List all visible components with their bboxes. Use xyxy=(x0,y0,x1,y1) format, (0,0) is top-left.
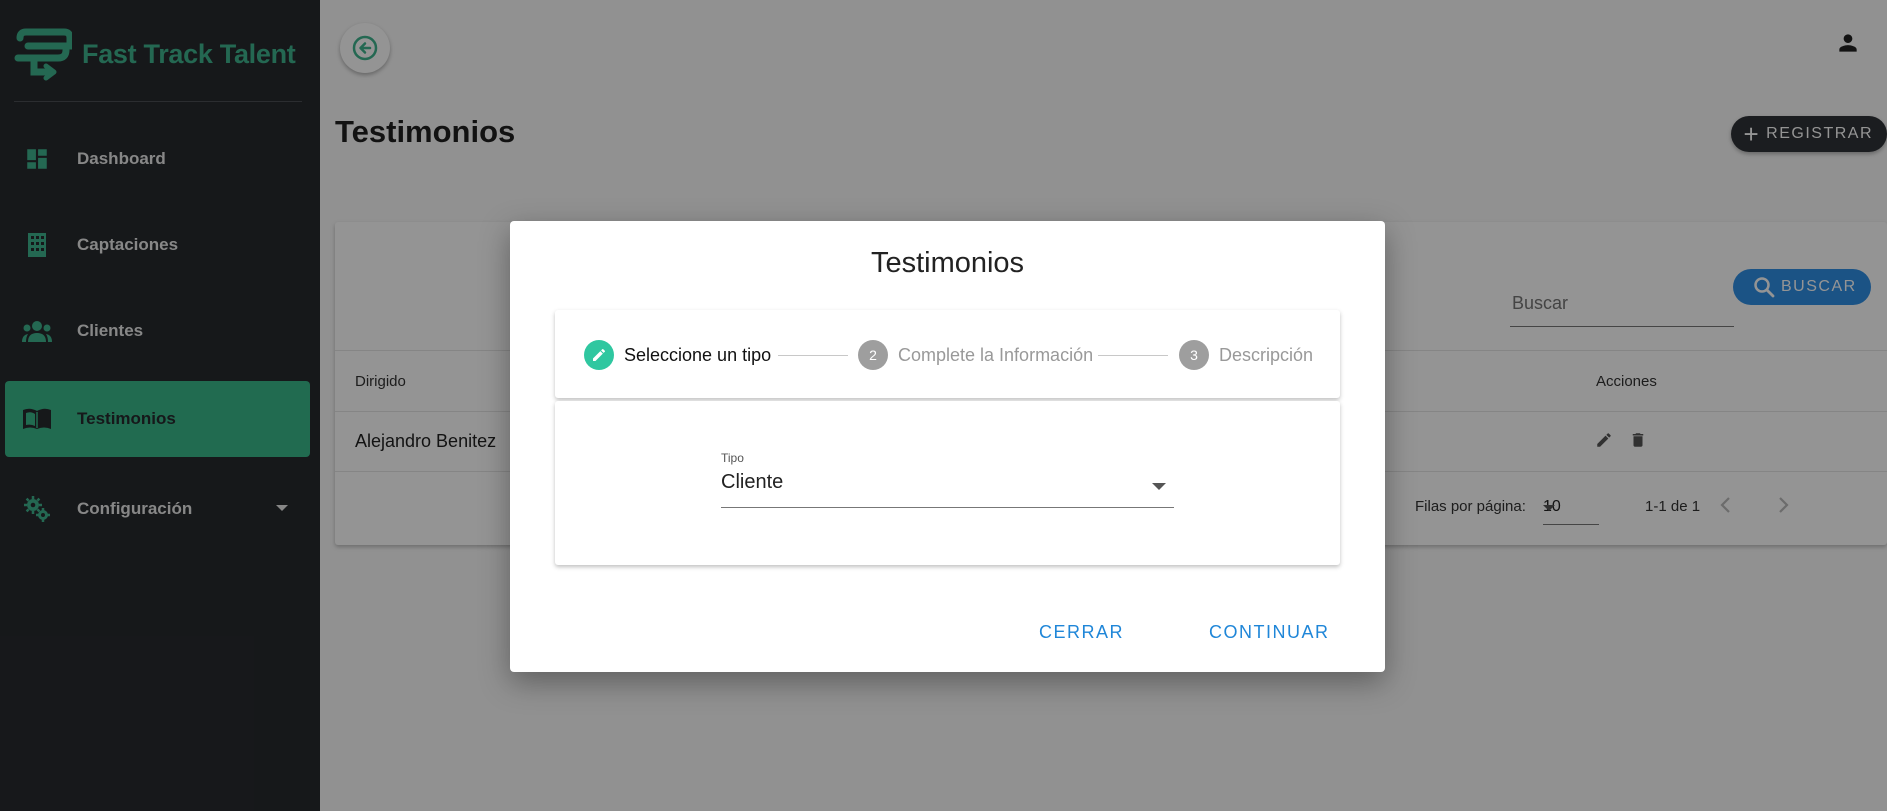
step-number: 2 xyxy=(858,340,888,370)
tipo-select[interactable]: Tipo Cliente xyxy=(721,451,1174,508)
stepper: Seleccione un tipo 2 Complete la Informa… xyxy=(555,310,1340,398)
step-content: Tipo Cliente xyxy=(555,401,1340,565)
dropdown-arrow-icon xyxy=(1152,483,1166,490)
close-button[interactable]: CERRAR xyxy=(1027,612,1136,652)
step-seleccione-tipo[interactable]: Seleccione un tipo xyxy=(584,340,771,370)
step-connector xyxy=(1098,355,1168,356)
dialog-title: Testimonios xyxy=(870,247,1025,279)
step-number: 3 xyxy=(1179,340,1209,370)
tipo-label: Tipo xyxy=(721,451,744,465)
step-label: Descripción xyxy=(1219,344,1314,365)
tipo-value: Cliente xyxy=(721,471,784,493)
step-descripcion[interactable]: 3 Descripción xyxy=(1179,340,1313,370)
pencil-icon xyxy=(584,340,614,370)
step-label: Complete la Información xyxy=(898,344,1094,365)
continue-button[interactable]: CONTINUAR xyxy=(1197,612,1342,652)
step-complete-informacion[interactable]: 2 Complete la Información xyxy=(858,340,1093,370)
step-connector xyxy=(778,355,848,356)
step-label: Seleccione un tipo xyxy=(624,344,772,365)
testimonial-dialog: Testimonios Seleccione un tipo 2 Complet… xyxy=(510,221,1385,672)
dialog-actions: CERRAR CONTINUAR xyxy=(510,592,1385,672)
